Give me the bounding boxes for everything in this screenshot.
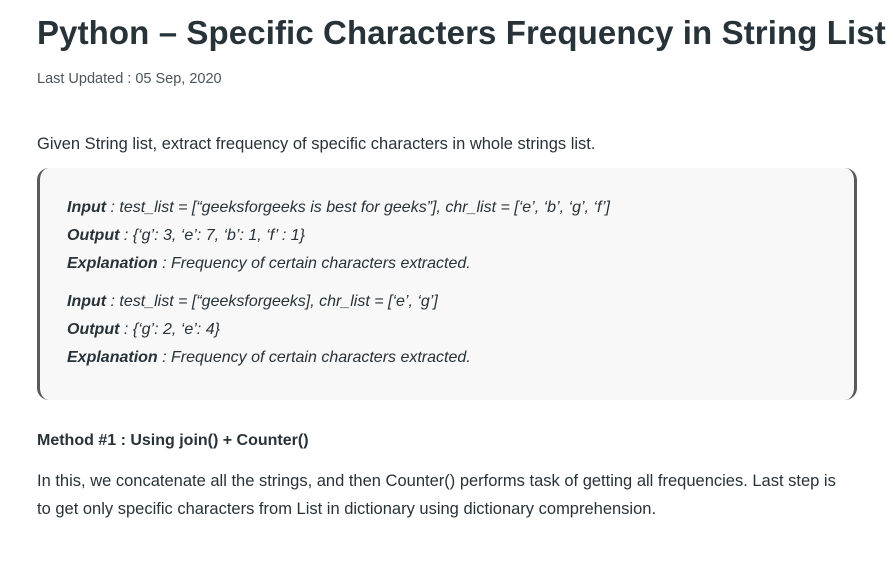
explanation-label: Explanation xyxy=(67,255,158,272)
example-1-explanation: Explanation : Frequency of certain chara… xyxy=(67,250,854,278)
output-value: : {‘g’: 2, ‘e’: 4} xyxy=(119,321,220,338)
method-heading: Method #1 : Using join() + Counter() xyxy=(37,432,309,449)
output-value: : {‘g’: 3, ‘e’: 7, ‘b’: 1, ‘f’ : 1} xyxy=(119,227,306,244)
input-value: : test_list = [“geeksforgeeks], chr_list… xyxy=(106,293,438,310)
input-label: Input xyxy=(67,293,107,310)
explanation-value: : Frequency of certain characters extrac… xyxy=(157,349,471,366)
example-block: Input : test_list = [“geeksforgeeks is b… xyxy=(37,168,857,400)
page-title: Python – Specific Characters Frequency i… xyxy=(37,14,886,51)
input-value: : test_list = [“geeksforgeeks is best fo… xyxy=(106,199,610,216)
article-page: Python – Specific Characters Frequency i… xyxy=(0,0,893,581)
example-1-input: Input : test_list = [“geeksforgeeks is b… xyxy=(67,194,854,222)
last-updated: Last Updated : 05 Sep, 2020 xyxy=(37,71,222,87)
output-label: Output xyxy=(67,321,120,338)
explanation-value: : Frequency of certain characters extrac… xyxy=(157,255,471,272)
intro-paragraph: Given String list, extract frequency of … xyxy=(37,135,596,153)
method-description: In this, we concatenate all the strings,… xyxy=(37,472,836,518)
example-2-output: Output : {‘g’: 2, ‘e’: 4} xyxy=(67,316,854,344)
example-1-output: Output : {‘g’: 3, ‘e’: 7, ‘b’: 1, ‘f’ : … xyxy=(67,222,854,250)
output-label: Output xyxy=(67,227,120,244)
explanation-label: Explanation xyxy=(67,349,158,366)
input-label: Input xyxy=(67,199,107,216)
example-2-explanation: Explanation : Frequency of certain chara… xyxy=(67,344,854,372)
example-2-input: Input : test_list = [“geeksforgeeks], ch… xyxy=(67,288,854,316)
